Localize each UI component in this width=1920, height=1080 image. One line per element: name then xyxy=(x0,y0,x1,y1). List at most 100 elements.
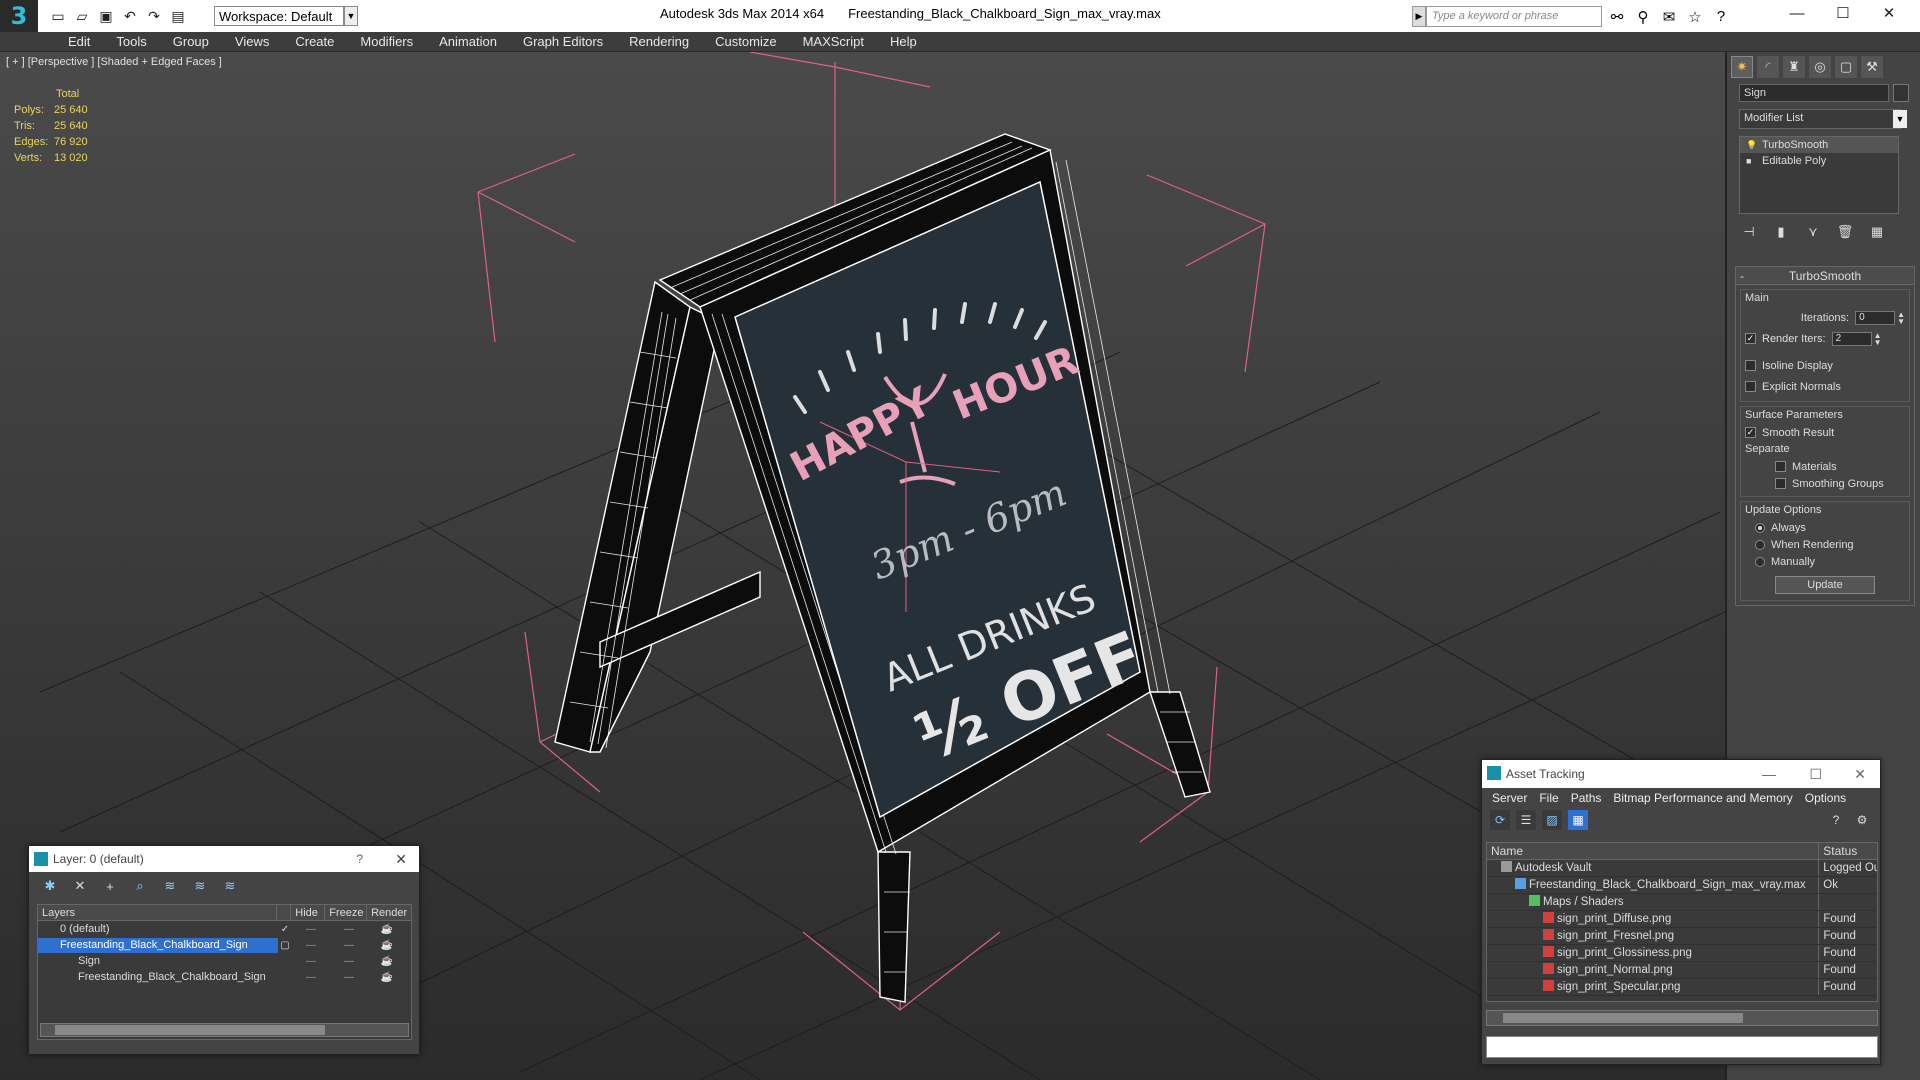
search-expand-icon[interactable]: ▶ xyxy=(1412,6,1426,27)
modifier-list-dropdown[interactable]: Modifier List xyxy=(1739,109,1901,129)
update-button[interactable]: Update xyxy=(1775,576,1875,594)
modifier-list-arrow-icon[interactable]: ▼ xyxy=(1893,110,1907,128)
configure-sets-icon[interactable]: ▦ xyxy=(1867,222,1887,242)
asset-row[interactable]: Maps / Shaders xyxy=(1487,894,1877,911)
modify-tab-icon[interactable]: ◜ xyxy=(1757,56,1779,78)
minimize-icon[interactable]: — xyxy=(1762,760,1776,788)
render-teapot-icon[interactable]: ☕ xyxy=(368,972,406,983)
help-icon[interactable]: ? xyxy=(1826,810,1846,830)
column-name[interactable]: Name xyxy=(1487,843,1820,859)
communication-icon[interactable]: ✉ xyxy=(1658,6,1680,27)
object-color-swatch[interactable] xyxy=(1893,84,1909,102)
app-logo-icon[interactable]: 3 xyxy=(0,0,38,32)
close-icon[interactable]: ✕ xyxy=(1866,0,1912,26)
render-teapot-icon[interactable]: ☕ xyxy=(368,924,406,935)
maximize-icon[interactable]: ☐ xyxy=(1809,760,1822,788)
isoline-checkbox[interactable] xyxy=(1745,360,1756,371)
delete-layer-icon[interactable]: ✕ xyxy=(69,877,91,895)
menu-customize[interactable]: Customize xyxy=(702,32,789,51)
asset-menu-options[interactable]: Options xyxy=(1799,788,1852,808)
asset-menu-bitmap-performance-and-memory[interactable]: Bitmap Performance and Memory xyxy=(1607,788,1798,808)
column-hide[interactable]: Hide xyxy=(291,905,326,920)
layer-row[interactable]: 0 (default) ✓ — — ☕ xyxy=(38,921,411,937)
create-tab-icon[interactable]: ✷ xyxy=(1731,56,1753,78)
asset-row[interactable]: sign_print_Normal.png Found xyxy=(1487,962,1877,979)
render-teapot-icon[interactable]: ☕ xyxy=(368,940,406,951)
stack-item-editable-poly[interactable]: ■ Editable Poly xyxy=(1740,153,1898,169)
hide-toggle[interactable]: — xyxy=(292,940,330,951)
column-freeze[interactable]: Freeze xyxy=(325,905,368,920)
freeze-toggle[interactable]: — xyxy=(330,956,368,967)
freeze-toggle[interactable]: — xyxy=(330,924,368,935)
column-status[interactable]: Status xyxy=(1819,843,1877,859)
hide-toggle[interactable]: — xyxy=(292,956,330,967)
layer-row[interactable]: Freestanding_Black_Chalkboard_Sign ▢ — — ☕ xyxy=(38,937,411,953)
workspace-select[interactable]: Workspace: Default xyxy=(214,6,344,26)
new-file-icon[interactable]: ▭ xyxy=(46,4,70,28)
hide-toggle[interactable]: — xyxy=(292,924,330,935)
object-name-field[interactable]: Sign xyxy=(1739,84,1889,102)
refresh-icon[interactable]: ⟳ xyxy=(1490,810,1510,830)
smoothing-groups-checkbox[interactable] xyxy=(1775,478,1786,489)
display-tab-icon[interactable]: ▢ xyxy=(1835,56,1857,78)
stack-item-turbosmooth[interactable]: 💡 TurboSmooth xyxy=(1740,137,1898,153)
redo-icon[interactable]: ↷ xyxy=(142,4,166,28)
menu-views[interactable]: Views xyxy=(222,32,282,51)
search-input[interactable]: Type a keyword or phrase xyxy=(1426,6,1602,27)
remove-modifier-icon[interactable]: 🗑 xyxy=(1835,222,1855,242)
maximize-icon[interactable]: ☐ xyxy=(1820,0,1866,26)
materials-checkbox[interactable] xyxy=(1775,461,1786,472)
expand-plus-icon[interactable]: ■ xyxy=(1746,153,1751,169)
subscription-icon[interactable]: ⚲ xyxy=(1632,6,1654,27)
close-icon[interactable]: ✕ xyxy=(395,846,407,872)
make-unique-icon[interactable]: ⋎ xyxy=(1803,222,1823,242)
column-render[interactable]: Render xyxy=(367,905,411,920)
thumbnail-view-icon[interactable]: ▨ xyxy=(1542,810,1562,830)
menu-maxscript[interactable]: MAXScript xyxy=(790,32,877,51)
pin-stack-icon[interactable]: ⊣ xyxy=(1739,222,1759,242)
freeze-all-layers-icon[interactable]: ≋ xyxy=(219,877,241,895)
table-view-icon[interactable]: ▦ xyxy=(1568,810,1588,830)
scrollbar-thumb[interactable] xyxy=(55,1025,325,1035)
close-icon[interactable]: ✕ xyxy=(1854,760,1866,788)
current-layer-box-icon[interactable]: ▢ xyxy=(278,940,292,951)
render-iters-checkbox[interactable]: ✓ xyxy=(1745,333,1756,344)
render-iters-spinner[interactable]: 2 xyxy=(1831,331,1872,346)
when-rendering-radio[interactable] xyxy=(1755,539,1765,550)
hide-toggle[interactable]: — xyxy=(292,972,330,983)
menu-edit[interactable]: Edit xyxy=(55,32,103,51)
menu-group[interactable]: Group xyxy=(160,32,222,51)
manually-radio[interactable] xyxy=(1755,556,1765,567)
asset-menu-file[interactable]: File xyxy=(1533,788,1564,808)
asset-row[interactable]: sign_print_Diffuse.png Found xyxy=(1487,911,1877,928)
asset-row[interactable]: Freestanding_Black_Chalkboard_Sign_max_v… xyxy=(1487,877,1877,894)
save-icon[interactable]: ▣ xyxy=(94,4,118,28)
asset-dialog-titlebar[interactable]: Asset Tracking — ☐ ✕ xyxy=(1482,760,1880,788)
workspace-dropdown-icon[interactable]: ▼ xyxy=(344,6,358,26)
menu-create[interactable]: Create xyxy=(282,32,347,51)
project-folder-icon[interactable]: ▤ xyxy=(166,4,190,28)
menu-graph-editors[interactable]: Graph Editors xyxy=(510,32,616,51)
create-layer-icon[interactable]: ✱ xyxy=(39,877,61,895)
column-layers[interactable]: Layers xyxy=(38,905,278,920)
layer-row[interactable]: Freestanding_Black_Chalkboard_Sign — — ☕ xyxy=(38,969,411,985)
settings-help-icon[interactable]: ⚙ xyxy=(1852,810,1872,830)
select-in-layer-icon[interactable]: ⌕ xyxy=(129,877,151,895)
open-file-icon[interactable]: ▱ xyxy=(70,4,94,28)
favorites-star-icon[interactable]: ☆ xyxy=(1684,6,1706,27)
hide-all-layers-icon[interactable]: ≋ xyxy=(189,877,211,895)
help-icon[interactable]: ? xyxy=(1710,6,1732,27)
add-to-layer-icon[interactable]: + xyxy=(99,877,121,895)
bulb-icon[interactable]: 💡 xyxy=(1746,137,1757,153)
always-radio[interactable] xyxy=(1755,522,1765,533)
menu-tools[interactable]: Tools xyxy=(103,32,159,51)
freeze-toggle[interactable]: — xyxy=(330,940,368,951)
asset-row[interactable]: sign_print_Fresnel.png Found xyxy=(1487,928,1877,945)
current-layer-check-icon[interactable]: ✓ xyxy=(278,924,292,935)
asset-path-field[interactable] xyxy=(1486,1036,1878,1058)
highlight-layer-icon[interactable]: ≋ xyxy=(159,877,181,895)
spinner-arrows-icon[interactable]: ▲ ▼ xyxy=(1897,310,1905,325)
horizontal-scrollbar[interactable] xyxy=(40,1023,409,1037)
spinner-arrows-icon[interactable]: ▲ ▼ xyxy=(1874,331,1882,346)
menu-help[interactable]: Help xyxy=(877,32,930,51)
